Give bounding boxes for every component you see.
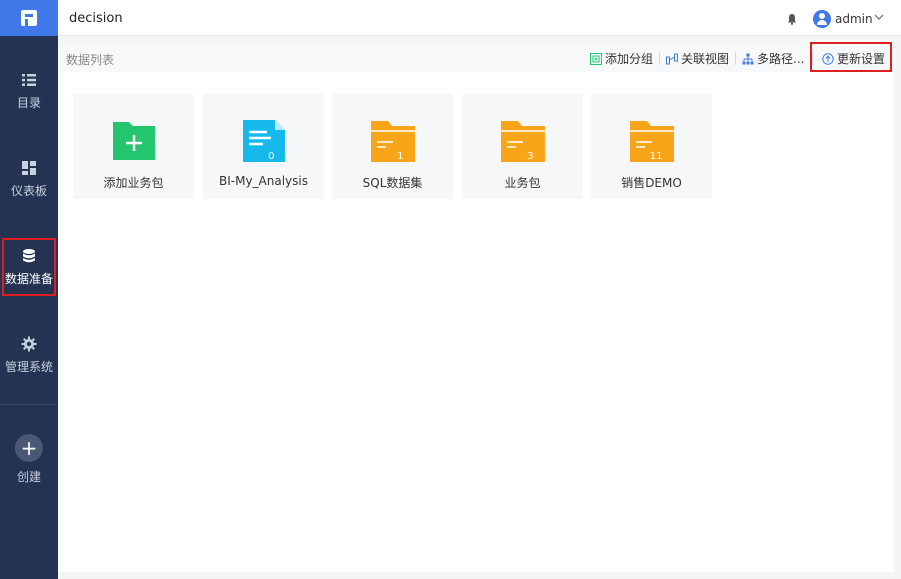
user-name[interactable]: admin (835, 12, 873, 26)
active-highlight-box (2, 238, 56, 296)
item-count: 0 (268, 151, 275, 162)
sidebar-item-label: 仪表板 (10, 184, 47, 198)
avatar[interactable] (813, 10, 831, 28)
add-group-button[interactable]: 添加分组 (590, 50, 653, 67)
sidebar-item-catalog[interactable]: 目录 (0, 72, 58, 111)
folder-icon: 1 (370, 118, 416, 164)
card-sql-dataset[interactable]: 1 SQL数据集 (332, 94, 453, 199)
hierarchy-icon (742, 53, 754, 64)
sidebar-item-label: 创建 (16, 470, 41, 484)
content-area: 数据列表 添加分组 关联视图 多路径... 更新设置 添加业务包 0 BI-My… (58, 36, 901, 579)
app-logo[interactable] (0, 0, 58, 36)
relation-icon (666, 53, 678, 64)
gear-icon (21, 336, 37, 352)
card-business-package[interactable]: 3 业务包 (462, 94, 583, 199)
card-bi-my-analysis[interactable]: 0 BI-My_Analysis (203, 94, 324, 199)
page-title: 数据列表 (66, 53, 115, 67)
toolbar-divider (735, 52, 736, 65)
bell-icon[interactable] (786, 13, 798, 25)
multi-path-button[interactable]: 多路径... (742, 50, 804, 67)
plus-icon: + (15, 434, 43, 462)
card-name: SQL数据集 (362, 176, 423, 190)
update-settings-highlight-box (810, 42, 892, 72)
card-name: 业务包 (504, 176, 541, 190)
item-count: 1 (397, 151, 404, 162)
folder-icon: 11 (629, 118, 675, 164)
sidebar-item-label: 目录 (16, 96, 41, 110)
card-name: 销售DEMO (621, 176, 682, 190)
sidebar-divider (0, 404, 58, 405)
dashboard-icon (22, 161, 36, 175)
add-group-icon (590, 52, 602, 65)
file-icon: 0 (241, 118, 287, 164)
item-count: 3 (527, 151, 534, 162)
add-icon (112, 122, 155, 160)
sidebar: 目录 仪表板 数据准备 管理系统 + 创建 (0, 0, 58, 579)
sidebar-item-dashboard[interactable]: 仪表板 (0, 160, 58, 199)
card-add-business-package[interactable]: 添加业务包 (73, 94, 194, 199)
card-name: 添加业务包 (103, 176, 164, 190)
relation-view-button[interactable]: 关联视图 (666, 50, 729, 67)
logo-icon (21, 10, 37, 26)
sidebar-item-label: 管理系统 (4, 360, 53, 374)
card-sales-demo[interactable]: 11 销售DEMO (591, 94, 712, 199)
sidebar-item-create[interactable]: + 创建 (0, 434, 58, 485)
folder-icon: 3 (500, 118, 546, 164)
chevron-down-icon[interactable] (874, 12, 884, 22)
list-icon (22, 74, 36, 86)
top-bar: decision admin (58, 0, 901, 36)
toolbar-divider (659, 52, 660, 65)
item-count: 11 (649, 151, 663, 162)
data-list-panel: 数据列表 添加分组 关联视图 多路径... 更新设置 添加业务包 0 BI-My… (58, 42, 893, 572)
card-name: BI-My_Analysis (219, 174, 308, 188)
app-title: decision (69, 11, 123, 26)
toolbar: 数据列表 添加分组 关联视图 多路径... 更新设置 (58, 42, 893, 72)
sidebar-item-admin[interactable]: 管理系统 (0, 336, 58, 375)
